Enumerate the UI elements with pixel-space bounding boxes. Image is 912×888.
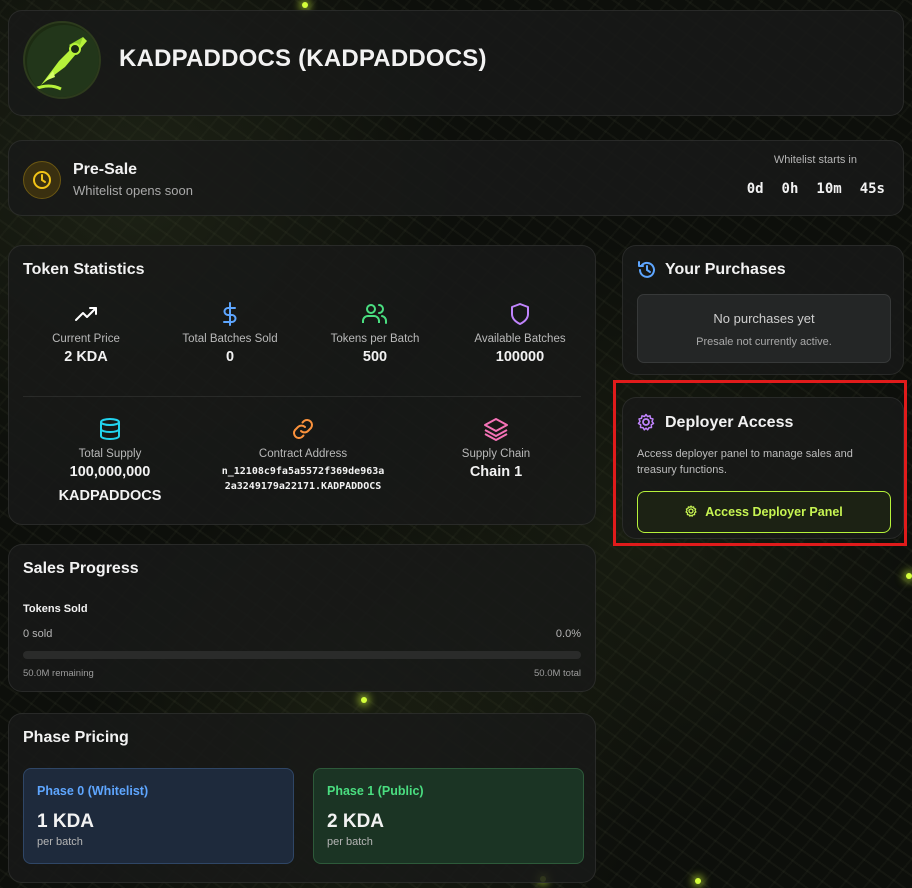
button-label: Access Deployer Panel: [705, 505, 843, 519]
stat-value: 100000: [495, 349, 545, 365]
token-header: KADPADDOCS (KADPADDOCS): [8, 10, 904, 116]
countdown-hours: 0h: [781, 181, 799, 197]
your-purchases: Your Purchases No purchases yet Presale …: [622, 245, 904, 375]
phase-price: 1 KDA: [37, 811, 95, 832]
stat-label: Supply Chain: [461, 448, 531, 460]
stat-contract-address: Contract Address n_12108c9fa5a5572f369de…: [219, 416, 387, 494]
clock-icon: [23, 161, 61, 199]
empty-subtitle: Presale not currently active.: [696, 336, 832, 348]
token-logo: [23, 21, 101, 99]
stat-supply-chain: Supply Chain Chain 1: [431, 416, 561, 480]
stat-label: Total Supply: [78, 448, 142, 460]
history-icon: [637, 260, 657, 285]
trending-up-icon: [21, 301, 151, 327]
phase-unit: per batch: [327, 836, 373, 848]
countdown: 0d 0h 10m 45s: [747, 181, 885, 197]
gear-icon: [685, 504, 697, 520]
stat-current-price: Current Price 2 KDA: [21, 301, 151, 365]
glow-dot: [361, 697, 367, 703]
remaining-label: 50.0M remaining: [23, 668, 94, 679]
presale-subtitle: Whitelist opens soon: [73, 183, 193, 198]
gear-icon: [637, 413, 655, 436]
purchases-title: Your Purchases: [665, 261, 786, 278]
countdown-seconds: 45s: [859, 181, 885, 197]
stat-label: Total Batches Sold: [182, 333, 278, 345]
phase-name: Phase 1 (Public): [327, 784, 424, 798]
countdown-minutes: 10m: [816, 181, 842, 197]
layers-icon: [431, 416, 561, 442]
sales-progress: Sales Progress Tokens Sold 0 sold 0.0% 5…: [8, 544, 596, 692]
database-icon: [45, 416, 175, 442]
countdown-label: Whitelist starts in: [773, 154, 857, 166]
deployer-description: Access deployer panel to manage sales an…: [637, 448, 853, 476]
section-title: Phase Pricing: [23, 729, 129, 746]
phase-card-whitelist: Phase 0 (Whitelist) 1 KDA per batch: [23, 768, 294, 864]
phase-unit: per batch: [37, 836, 83, 848]
dollar-icon: [165, 301, 295, 327]
link-icon: [219, 416, 387, 442]
phase-price: 2 KDA: [327, 811, 385, 832]
users-icon: [310, 301, 440, 327]
presale-status: Pre-Sale Whitelist opens soon Whitelist …: [8, 140, 904, 216]
phase-pricing: Phase Pricing Phase 0 (Whitelist) 1 KDA …: [8, 713, 596, 883]
phase-name: Phase 0 (Whitelist): [37, 784, 149, 798]
glow-dot: [906, 573, 912, 579]
presale-title: Pre-Sale: [73, 161, 138, 178]
stat-label: Tokens per Batch: [330, 333, 420, 345]
access-deployer-panel-button[interactable]: Access Deployer Panel: [637, 491, 891, 533]
stat-label: Current Price: [52, 333, 120, 345]
stat-total-batches-sold: Total Batches Sold 0: [165, 301, 295, 365]
phase-card-public: Phase 1 (Public) 2 KDA per batch: [313, 768, 584, 864]
token-statistics: Token Statistics Current Price 2 KDA Tot…: [8, 245, 596, 525]
glow-dot: [695, 878, 701, 884]
stat-value: 500: [362, 349, 388, 365]
stat-tokens-per-batch: Tokens per Batch 500: [310, 301, 440, 365]
stat-label: Available Batches: [474, 333, 566, 345]
section-title: Token Statistics: [23, 261, 145, 278]
stat-unit: KADPADDOCS: [58, 488, 162, 504]
stat-value: 0: [225, 349, 235, 365]
stat-label: Contract Address: [258, 448, 348, 460]
sold-percent: 0.0%: [555, 628, 581, 640]
tokens-sold-label: Tokens Sold: [23, 603, 88, 615]
stat-value: Chain 1: [469, 464, 523, 480]
deployer-access: Deployer Access Access deployer panel to…: [622, 397, 904, 539]
page-title: KADPADDOCS (KADPADDOCS): [119, 45, 487, 72]
deployer-title: Deployer Access: [665, 414, 794, 431]
stat-total-supply: Total Supply 100,000,000 KADPADDOCS: [45, 416, 175, 504]
progress-bar: [23, 651, 581, 659]
empty-title: No purchases yet: [713, 311, 815, 326]
stat-value: 2 KDA: [64, 349, 108, 365]
sold-count: 0 sold: [23, 628, 53, 640]
divider: [23, 396, 581, 397]
stat-available-batches: Available Batches 100000: [455, 301, 585, 365]
section-title: Sales Progress: [23, 560, 139, 577]
glow-dot: [302, 2, 308, 8]
shield-icon: [455, 301, 585, 327]
contract-address-value[interactable]: n_12108c9fa5a5572f369de963a2a3249179a221…: [219, 464, 387, 494]
total-label: 50.0M total: [534, 668, 581, 679]
countdown-days: 0d: [746, 181, 764, 197]
empty-purchases: No purchases yet Presale not currently a…: [637, 294, 891, 363]
stat-value: 100,000,000: [69, 464, 151, 480]
